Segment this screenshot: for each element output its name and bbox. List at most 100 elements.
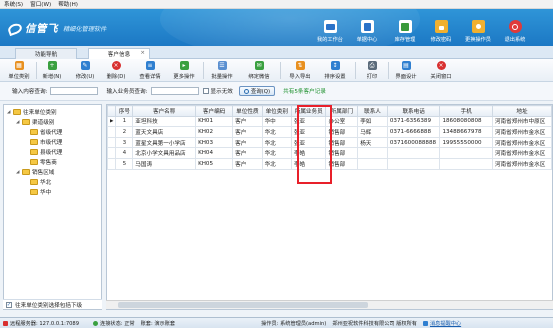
tab-function-nav[interactable]: 功能导航 bbox=[15, 48, 77, 59]
topnav-workbench[interactable]: 我的工作台 bbox=[313, 20, 347, 43]
table-cell[interactable] bbox=[357, 147, 388, 159]
column-header[interactable]: 联系电话 bbox=[386, 105, 441, 117]
delete-button[interactable]: × 删除(D) bbox=[104, 60, 128, 81]
scrollbar-thumb[interactable] bbox=[118, 302, 368, 308]
table-cell[interactable]: 张亚 bbox=[290, 136, 327, 149]
table-cell[interactable]: 河南省郑州市金水区 bbox=[491, 126, 552, 138]
table-cell[interactable]: 0371600088888 bbox=[386, 136, 441, 149]
table-row[interactable]: 3 蓝星文具第一小学店 KH03 客户 华北 张亚 销售部 杨天 0371600088888 19… bbox=[107, 136, 552, 149]
include-sublevel-checkbox[interactable]: ✓ bbox=[6, 301, 12, 308]
message-center[interactable]: 消息提醒中心 bbox=[420, 318, 464, 328]
table-cell[interactable]: 办公室 bbox=[325, 115, 359, 128]
table-cell[interactable]: 河南省郑州市金水区 bbox=[491, 147, 552, 159]
table-cell[interactable]: 0371-6356389 bbox=[386, 115, 441, 128]
details-button[interactable]: ≡ 查看详情 bbox=[137, 60, 163, 81]
tab-customer-info[interactable]: 客户信息 × bbox=[88, 48, 150, 59]
column-header[interactable]: 序号 bbox=[115, 105, 134, 117]
table-cell[interactable]: 18608080808 bbox=[439, 115, 493, 128]
collapse-icon[interactable]: ◢ bbox=[16, 170, 21, 175]
include-sublevel-option[interactable]: ✓ 往来单位类别选择包括下级 bbox=[3, 299, 102, 309]
table-cell[interactable]: 销售部 bbox=[325, 157, 359, 170]
table-cell[interactable]: 张亚 bbox=[290, 115, 327, 128]
table-cell[interactable] bbox=[439, 157, 493, 170]
table-cell[interactable]: 北京小学文具用品店 bbox=[132, 147, 197, 159]
table-row[interactable]: ▶ 1 亚坦科技 KH01 客户 华中 张亚 办公室 李如 0371-6356389 1860808… bbox=[107, 115, 552, 128]
import-export-button[interactable]: ⇅ 导入导出 bbox=[287, 60, 313, 81]
topnav-change-password[interactable]: 修改密码 bbox=[424, 20, 458, 43]
table-row[interactable]: 4 北京小学文具用品店 KH04 客户 华北 李皓 销售部 河南省郑州市金水区 bbox=[107, 147, 552, 159]
table-cell[interactable]: 杨天 bbox=[357, 136, 388, 149]
table-cell[interactable]: 李皓 bbox=[290, 147, 327, 159]
table-cell[interactable]: 华北 bbox=[261, 136, 292, 149]
column-header[interactable]: 单位类别 bbox=[261, 105, 292, 117]
topnav-documents[interactable]: 单据中心 bbox=[350, 20, 384, 43]
bind-wechat-button[interactable]: ✉ 绑定微信 bbox=[246, 60, 272, 81]
table-cell[interactable]: 客户 bbox=[232, 126, 263, 138]
menu-help[interactable]: 帮助(H) bbox=[58, 0, 78, 8]
table-cell[interactable]: 4 bbox=[115, 147, 134, 159]
table-cell[interactable]: KH03 bbox=[195, 136, 234, 149]
table-cell[interactable]: 张亚 bbox=[290, 126, 327, 138]
tree-item-city-agent[interactable]: 市级代理 bbox=[30, 138, 62, 146]
table-cell[interactable] bbox=[357, 157, 388, 170]
add-button[interactable]: + 新增(N) bbox=[40, 60, 64, 81]
column-header[interactable]: 单位性质 bbox=[232, 105, 263, 117]
close-tab-icon[interactable]: × bbox=[140, 50, 145, 56]
topnav-exit[interactable]: 退出系统 bbox=[498, 20, 532, 43]
table-cell[interactable] bbox=[439, 147, 493, 159]
tree-item-sales-region[interactable]: ◢ 销售区域 bbox=[16, 168, 54, 176]
menu-system[interactable]: 系统(S) bbox=[4, 0, 23, 8]
table-cell[interactable]: 客户 bbox=[232, 157, 263, 170]
table-cell[interactable]: 亚坦科技 bbox=[132, 115, 197, 128]
sort-settings-button[interactable]: ↕ 排序设置 bbox=[322, 60, 348, 81]
table-cell[interactable]: 华北 bbox=[261, 157, 292, 170]
column-header[interactable]: 客户名称 bbox=[132, 105, 197, 117]
edit-button[interactable]: ✎ 修改(U) bbox=[73, 60, 97, 81]
layout-design-button[interactable]: ▤ 界面设计 bbox=[393, 60, 419, 81]
table-cell[interactable]: 河南省郑州市金水区 bbox=[491, 157, 552, 170]
table-row[interactable]: 2 蓝天文具店 KH02 客户 华北 张亚 销售部 马辉 0371-6666888 1348866… bbox=[107, 126, 552, 138]
table-cell[interactable]: 李皓 bbox=[290, 157, 327, 170]
topnav-switch-operator[interactable]: 更换操作员 bbox=[461, 20, 495, 43]
table-cell[interactable]: KH02 bbox=[195, 126, 234, 138]
table-cell[interactable]: 蓝天文具店 bbox=[132, 126, 197, 138]
table-cell[interactable]: 客户 bbox=[232, 136, 263, 149]
print-button[interactable]: ⎙ 打印 bbox=[362, 60, 382, 81]
table-cell[interactable]: 2 bbox=[115, 126, 134, 138]
column-header[interactable]: 联系人 bbox=[357, 105, 388, 117]
collapse-icon[interactable]: ◢ bbox=[16, 120, 21, 125]
table-cell[interactable]: 销售部 bbox=[325, 136, 359, 149]
table-cell[interactable]: KH01 bbox=[195, 115, 234, 128]
horizontal-scrollbar[interactable] bbox=[106, 300, 553, 309]
menu-window[interactable]: 窗口(W) bbox=[30, 0, 51, 8]
close-window-button[interactable]: × 关闭窗口 bbox=[428, 60, 454, 81]
table-cell[interactable]: 客户 bbox=[232, 147, 263, 159]
more-actions-button[interactable]: ▸ 更多操作 bbox=[171, 60, 197, 81]
table-cell[interactable]: 马辉 bbox=[357, 126, 388, 138]
topnav-inventory[interactable]: 库存管理 bbox=[388, 20, 422, 43]
table-cell[interactable]: 华北 bbox=[261, 147, 292, 159]
table-cell[interactable]: 华北 bbox=[261, 126, 292, 138]
column-header[interactable]: 所属部门 bbox=[325, 105, 359, 117]
table-cell[interactable]: KH04 bbox=[195, 147, 234, 159]
tree-item-north-china[interactable]: 华北 bbox=[30, 178, 51, 186]
table-cell[interactable]: 销售部 bbox=[325, 147, 359, 159]
collapse-icon[interactable]: ◢ bbox=[7, 110, 12, 115]
tree-item-provincial-agent[interactable]: 省级代理 bbox=[30, 128, 62, 136]
batch-button[interactable]: ☰ 批量操作 bbox=[209, 60, 235, 81]
query-button[interactable]: 查询(Q) bbox=[238, 86, 276, 96]
table-cell[interactable]: 19955550000 bbox=[439, 136, 493, 149]
search-input[interactable] bbox=[50, 87, 99, 95]
table-cell[interactable]: 0371-6666888 bbox=[386, 126, 441, 138]
table-cell[interactable]: 3 bbox=[115, 136, 134, 149]
table-cell[interactable]: 华中 bbox=[261, 115, 292, 128]
table-cell[interactable]: 李如 bbox=[357, 115, 388, 128]
category-button[interactable]: ▦ 单位类别 bbox=[4, 60, 34, 81]
column-header[interactable]: 所属业务员 bbox=[290, 105, 327, 117]
tree-item-channel-level[interactable]: ◢ 渠道级别 bbox=[16, 118, 54, 126]
table-cell[interactable]: 5 bbox=[115, 157, 134, 170]
table-cell[interactable] bbox=[386, 157, 441, 170]
salesperson-input[interactable] bbox=[150, 87, 199, 95]
tree-root[interactable]: ◢ 往来单位类别 bbox=[7, 108, 57, 116]
table-row[interactable]: 5 马国涛 KH05 客户 华北 李皓 销售部 河南省郑州市金水区 bbox=[107, 157, 552, 170]
